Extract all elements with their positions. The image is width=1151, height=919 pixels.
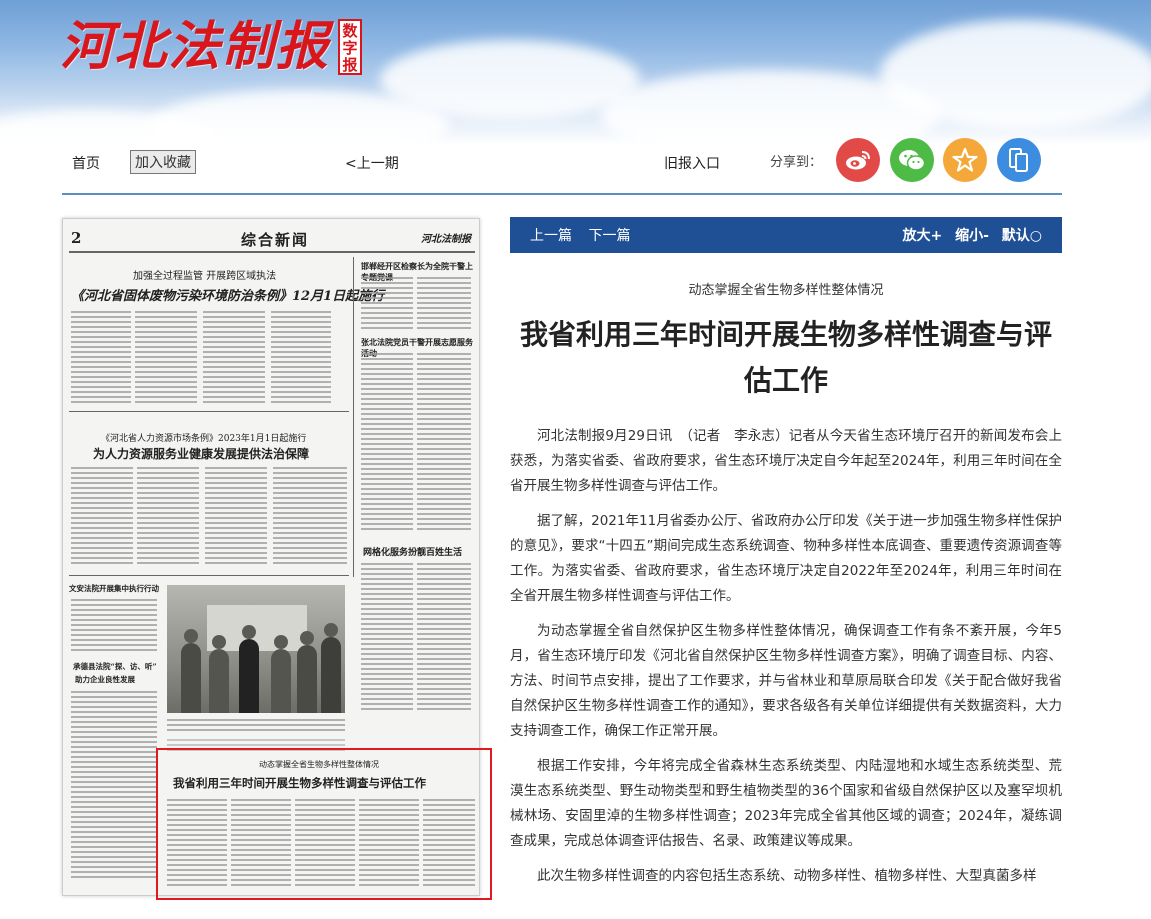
text-column xyxy=(203,311,265,403)
photo-person xyxy=(239,625,259,713)
badge-char: 数 xyxy=(342,22,358,40)
photo-person-head xyxy=(324,623,338,637)
paper-headline[interactable]: 《河北省固体废物污染环境防治条例》12月1日起施行 xyxy=(71,285,384,304)
cloud-decoration xyxy=(880,20,1151,130)
text-column xyxy=(417,353,471,533)
photo-person-head xyxy=(212,635,226,649)
photo-person-head xyxy=(274,635,288,649)
text-column xyxy=(137,467,199,567)
badge-char: 报 xyxy=(342,56,358,74)
site-logo[interactable]: 河北法制报 数 字 报 xyxy=(60,14,363,80)
wechat-icon xyxy=(899,150,926,171)
logo-text: 河北法制报 xyxy=(60,16,331,77)
bookmark-button[interactable]: 加入收藏 xyxy=(130,150,196,174)
article-paragraph: 根据工作安排，今年将完成全省森林生态系统类型、内陆湿地和水域生态系统类型、荒漠生… xyxy=(510,758,1062,849)
mobile-icon xyxy=(1009,148,1028,172)
nav-divider xyxy=(62,193,1062,195)
news-photo[interactable] xyxy=(167,585,345,713)
next-article-link[interactable]: 下一篇 xyxy=(588,228,630,244)
photo-person xyxy=(297,631,317,713)
zoom-out-button[interactable]: 缩小- xyxy=(955,228,989,244)
article-toolbar: 上一篇 下一篇 放大+ 缩小- 默认○ xyxy=(510,217,1062,253)
zoom-in-button[interactable]: 放大+ xyxy=(902,228,942,244)
page-number: 2 xyxy=(71,229,82,247)
photo-person xyxy=(271,635,291,713)
photo-person xyxy=(321,623,341,713)
font-size-controls: 放大+ 缩小- 默认○ xyxy=(894,225,1042,245)
nav-home-link[interactable]: 首页 xyxy=(72,153,100,173)
paper-headline[interactable]: 助力企业良性发展 xyxy=(75,674,135,685)
paper-headline[interactable]: 网格化服务扮靓百姓生活 xyxy=(363,545,462,558)
text-column xyxy=(361,353,413,533)
photo-person-head xyxy=(300,631,314,645)
paper-headline[interactable]: 《河北省人力资源市场条例》2023年1月1日起施行 xyxy=(101,431,306,444)
text-column xyxy=(417,277,471,331)
archive-link[interactable]: 旧报入口 xyxy=(664,153,720,173)
prev-issue-link[interactable]: <上一期 xyxy=(345,153,399,173)
rule-line xyxy=(69,251,475,253)
paper-headline[interactable]: 加强全过程监管 开展跨区域执法 xyxy=(133,267,276,282)
article-subtitle: 动态掌握全省生物多样性整体情况 xyxy=(688,283,884,298)
text-column xyxy=(135,311,197,403)
photo-caption xyxy=(167,719,345,733)
section-title: 综合新闻 xyxy=(241,231,310,249)
qzone-star-icon xyxy=(952,147,978,172)
text-column xyxy=(271,311,331,403)
text-column xyxy=(205,467,267,567)
share-wechat-button[interactable] xyxy=(890,138,934,182)
article-paragraph: 河北法制报9月29日讯 （记者 李永志）记者从今天省生态环境厅召开的新闻发布会上… xyxy=(510,428,1062,494)
text-column xyxy=(417,563,471,713)
paper-headline[interactable]: 文安法院开展集中执行行动 xyxy=(69,583,159,594)
text-column xyxy=(361,277,413,331)
text-column xyxy=(273,467,347,567)
text-column xyxy=(71,311,131,403)
paper-headline[interactable]: 承德县法院“探、访、听” xyxy=(73,661,157,672)
photo-person-head xyxy=(184,629,198,643)
rule-line xyxy=(69,575,349,576)
share-weibo-button[interactable] xyxy=(836,138,880,182)
digital-edition-badge: 数 字 报 xyxy=(338,19,363,75)
text-column xyxy=(71,691,157,881)
article-title: 我省利用三年时间开展生物多样性调查与评估工作 xyxy=(519,318,1052,397)
text-column xyxy=(71,599,157,653)
article-paragraph: 据了解，2021年11月省委办公厅、省政府办公厅印发《关于进一步加强生物多样性保… xyxy=(510,513,1062,604)
paper-headline[interactable]: 为人力资源服务业健康发展提供法治保障 xyxy=(93,445,309,462)
photo-person xyxy=(209,635,229,713)
rule-line xyxy=(69,411,349,412)
badge-char: 字 xyxy=(342,39,358,57)
text-column xyxy=(361,563,413,713)
prev-article-link[interactable]: 上一篇 xyxy=(530,228,572,244)
photo-person-head xyxy=(242,625,256,639)
share-qzone-button[interactable] xyxy=(943,138,987,182)
selected-article-highlight[interactable] xyxy=(156,748,492,900)
masthead-small: 河北法制报 xyxy=(421,234,471,245)
article-pager: 上一篇 下一篇 xyxy=(530,225,642,245)
photo-person xyxy=(181,629,201,713)
weibo-icon xyxy=(846,151,870,170)
rule-line xyxy=(353,257,354,577)
share-label: 分享到： xyxy=(770,155,823,170)
article-body: 河北法制报9月29日讯 （记者 李永志）记者从今天省生态环境厅召开的新闻发布会上… xyxy=(510,424,1062,919)
header-banner: 河北法制报 数 字 报 xyxy=(0,0,1151,145)
default-size-button[interactable]: 默认○ xyxy=(1002,228,1042,244)
article-paragraph: 此次生物多样性调查的内容包括生态系统、动物多样性、植物多样性、大型真菌多样 xyxy=(537,868,1037,884)
article-paragraph: 为动态掌握全省自然保护区生物多样性整体情况，确保调查工作有条不紊开展，今年5月，… xyxy=(510,623,1062,739)
text-column xyxy=(71,467,133,567)
share-mobile-button[interactable] xyxy=(997,138,1041,182)
